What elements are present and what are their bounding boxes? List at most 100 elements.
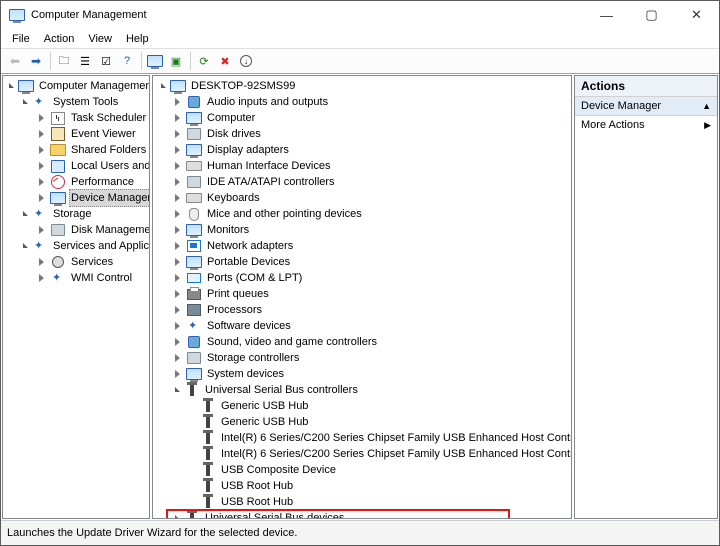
- up-button[interactable]: 🗀: [54, 51, 74, 71]
- titlebar[interactable]: Computer Management — ▢ ✕: [1, 1, 719, 29]
- tree-node[interactable]: Human Interface Devices: [155, 158, 569, 174]
- tree-node[interactable]: Intel(R) 6 Series/C200 Series Chipset Fa…: [155, 430, 569, 446]
- expand-icon[interactable]: [171, 320, 184, 333]
- tree-node[interactable]: Services and Applications: [3, 238, 149, 254]
- tree-node[interactable]: Generic USB Hub: [155, 398, 569, 414]
- tree-node[interactable]: Generic USB Hub: [155, 414, 569, 430]
- expand-icon[interactable]: [19, 241, 30, 252]
- actions-more-label: More Actions: [581, 119, 645, 131]
- tree-node[interactable]: Universal Serial Bus devices: [155, 510, 569, 519]
- menu-file[interactable]: File: [5, 32, 37, 46]
- tree-node[interactable]: Ports (COM & LPT): [155, 270, 569, 286]
- tree-node[interactable]: Disk drives: [155, 126, 569, 142]
- disk-icon: [186, 175, 202, 189]
- expand-icon[interactable]: [5, 81, 16, 92]
- properties-button[interactable]: ☑: [96, 51, 116, 71]
- expand-icon[interactable]: [171, 240, 184, 253]
- expand-icon[interactable]: [171, 160, 184, 173]
- tree-node[interactable]: Display adapters: [155, 142, 569, 158]
- tree-node[interactable]: USB Composite Device: [155, 462, 569, 478]
- tree-node[interactable]: IDE ATA/ATAPI controllers: [155, 174, 569, 190]
- expand-icon[interactable]: [171, 224, 184, 237]
- tree-node[interactable]: Shared Folders: [3, 142, 149, 158]
- expand-icon[interactable]: [171, 368, 184, 381]
- expand-icon[interactable]: [171, 385, 182, 396]
- tree-node[interactable]: Monitors: [155, 222, 569, 238]
- close-button[interactable]: ✕: [674, 1, 719, 29]
- expand-icon[interactable]: [19, 97, 30, 108]
- tree-node[interactable]: USB Root Hub: [155, 478, 569, 494]
- tree-node[interactable]: Intel(R) 6 Series/C200 Series Chipset Fa…: [155, 446, 569, 462]
- tree-node[interactable]: Computer: [155, 110, 569, 126]
- update-driver-icon[interactable]: ⟳: [194, 51, 214, 71]
- tree-node[interactable]: Services: [3, 254, 149, 270]
- tree-node[interactable]: Keyboards: [155, 190, 569, 206]
- tree-node[interactable]: System Tools: [3, 94, 149, 110]
- tree-node[interactable]: Computer Management (Local): [3, 78, 149, 94]
- help-button[interactable]: ?: [117, 51, 137, 71]
- expand-icon[interactable]: [171, 112, 184, 125]
- tree-node[interactable]: DESKTOP-92SMS99: [155, 78, 569, 94]
- expand-icon[interactable]: [35, 144, 48, 157]
- menu-help[interactable]: Help: [119, 32, 156, 46]
- expand-icon[interactable]: [171, 96, 184, 109]
- expand-icon[interactable]: [171, 352, 184, 365]
- expand-icon[interactable]: [35, 192, 48, 205]
- expand-icon[interactable]: [171, 256, 184, 269]
- expand-icon[interactable]: [19, 209, 30, 220]
- expand-icon[interactable]: [171, 176, 184, 189]
- tree-node[interactable]: Universal Serial Bus controllers: [155, 382, 569, 398]
- actions-sub[interactable]: Device Manager ▲: [575, 97, 717, 116]
- tree-node[interactable]: Disk Management: [3, 222, 149, 238]
- forward-button[interactable]: ➡: [26, 51, 46, 71]
- tree-node[interactable]: Sound, video and game controllers: [155, 334, 569, 350]
- tree-node[interactable]: Device Manager: [3, 190, 149, 206]
- show-hide-tree-button[interactable]: ☰: [75, 51, 95, 71]
- menu-action[interactable]: Action: [37, 32, 82, 46]
- expand-icon[interactable]: [171, 272, 184, 285]
- expand-icon[interactable]: [171, 208, 184, 221]
- tree-node[interactable]: Audio inputs and outputs: [155, 94, 569, 110]
- expand-icon[interactable]: [35, 272, 48, 285]
- uninstall-icon[interactable]: ✖: [215, 51, 235, 71]
- icon-monitor[interactable]: [145, 51, 165, 71]
- tool-icon: [32, 239, 48, 253]
- tree-node[interactable]: Network adapters: [155, 238, 569, 254]
- expand-icon[interactable]: [35, 128, 48, 141]
- tree-node[interactable]: WMI Control: [3, 270, 149, 286]
- tree-node[interactable]: Portable Devices: [155, 254, 569, 270]
- menu-view[interactable]: View: [81, 32, 119, 46]
- minimize-button[interactable]: —: [584, 1, 629, 29]
- tree-node[interactable]: Print queues: [155, 286, 569, 302]
- scan-hardware-button[interactable]: ▣: [166, 51, 186, 71]
- actions-more[interactable]: More Actions ▶: [575, 116, 717, 134]
- expand-icon[interactable]: [171, 144, 184, 157]
- expand-icon[interactable]: [157, 81, 168, 92]
- expand-icon[interactable]: [171, 288, 184, 301]
- expand-icon[interactable]: [171, 336, 184, 349]
- expand-icon[interactable]: [35, 256, 48, 269]
- tree-node[interactable]: Event Viewer: [3, 126, 149, 142]
- expand-icon[interactable]: [171, 513, 182, 520]
- tree-node[interactable]: Mice and other pointing devices: [155, 206, 569, 222]
- tree-node[interactable]: Software devices: [155, 318, 569, 334]
- expand-icon[interactable]: [35, 160, 48, 173]
- tree-node[interactable]: Task Scheduler: [3, 110, 149, 126]
- tree-node[interactable]: System devices: [155, 366, 569, 382]
- expand-icon[interactable]: [35, 224, 48, 237]
- expand-icon[interactable]: [35, 112, 48, 125]
- expand-icon[interactable]: [35, 176, 48, 189]
- tree-node[interactable]: Processors: [155, 302, 569, 318]
- tree-node[interactable]: Local Users and Groups: [3, 158, 149, 174]
- back-button[interactable]: ⬅: [5, 51, 25, 71]
- expand-icon[interactable]: [171, 192, 184, 205]
- tree-node[interactable]: Storage controllers: [155, 350, 569, 366]
- tree-node[interactable]: Storage: [3, 206, 149, 222]
- maximize-button[interactable]: ▢: [629, 1, 674, 29]
- tree-node[interactable]: USB Root Hub: [155, 494, 569, 510]
- tree-node[interactable]: Performance: [3, 174, 149, 190]
- expand-icon[interactable]: [171, 304, 184, 317]
- window-title: Computer Management: [31, 9, 584, 21]
- disable-icon[interactable]: ↓: [236, 51, 256, 71]
- expand-icon[interactable]: [171, 128, 184, 141]
